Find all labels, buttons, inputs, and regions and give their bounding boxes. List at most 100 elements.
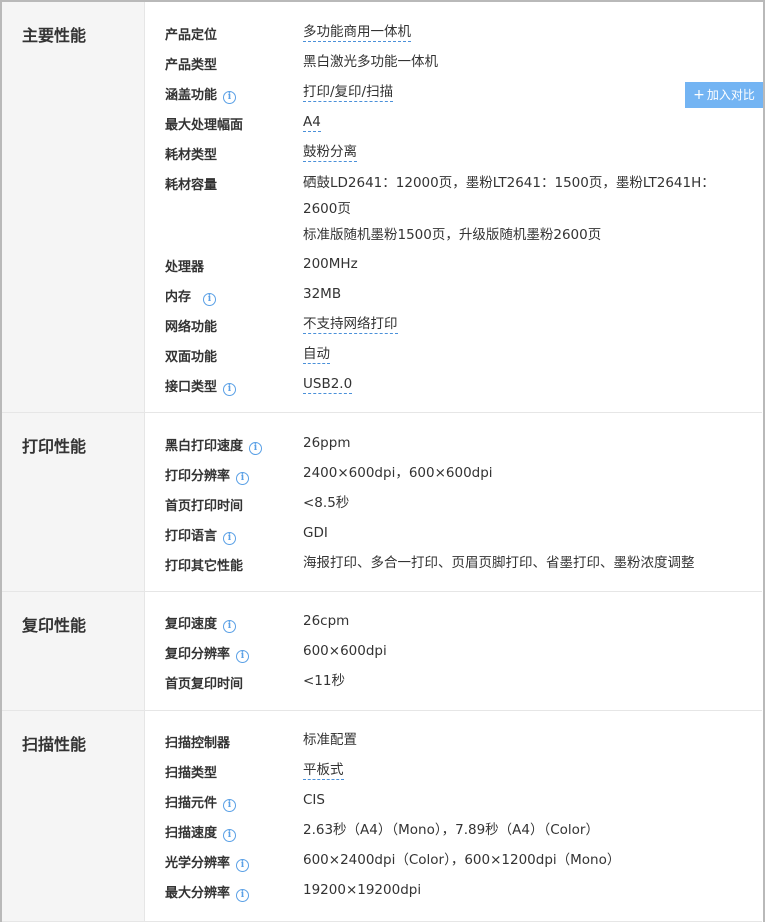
spec-label: 涵盖功能 — [165, 88, 218, 103]
spec-row-consumable-type: 耗材类型 鼓粉分离 — [165, 138, 762, 168]
spec-value: CIS — [303, 792, 325, 808]
spec-label: 扫描元件 — [165, 796, 218, 811]
info-icon[interactable]: i — [236, 650, 250, 663]
spec-row-optical-resolution: 光学分辨率 i 600×2400dpi（Color），600×1200dpi（Mo… — [165, 846, 762, 876]
spec-value-link[interactable]: 打印/复印/扫描 — [303, 84, 394, 102]
info-icon[interactable]: i — [236, 472, 250, 485]
spec-value-link[interactable]: 自动 — [303, 346, 330, 364]
info-icon[interactable]: i — [236, 859, 250, 872]
section-header-cell: 复印性能 — [2, 592, 145, 710]
section-copy-performance: 复印性能 复印速度 i 26cpm 复印分辨率 i 600×600dpi 首页复印时… — [2, 592, 762, 711]
spec-label: 产品类型 — [165, 58, 218, 73]
spec-label: 产品定位 — [165, 28, 218, 43]
info-icon[interactable]: i — [223, 829, 237, 842]
section-main-performance: 主要性能 产品定位 多功能商用一体机 产品类型 黑白激光多功能一体机 涵盖功能 i… — [2, 2, 762, 413]
info-icon[interactable]: i — [223, 620, 237, 633]
spec-value-link[interactable]: A4 — [303, 114, 321, 132]
spec-value-link[interactable]: 平板式 — [303, 762, 344, 780]
spec-label: 打印语言 — [165, 529, 218, 544]
spec-label-wrap: 扫描元件 i — [165, 792, 237, 812]
spec-value-line: 标准版随机墨粉1500页，升级版随机墨粉2600页 — [303, 227, 602, 243]
spec-row-max-resolution: 最大分辨率 i 19200×19200dpi — [165, 876, 762, 906]
spec-label-wrap: 接口类型 i — [165, 376, 237, 396]
spec-label-wrap: 扫描速度 i — [165, 822, 237, 842]
spec-row-scan-type: 扫描类型 平板式 — [165, 756, 762, 786]
spec-row-positioning: 产品定位 多功能商用一体机 — [165, 18, 762, 48]
info-icon[interactable]: i — [223, 91, 237, 104]
info-icon[interactable]: i — [223, 532, 237, 545]
add-to-compare-label: 加入对比 — [706, 88, 755, 102]
spec-value: 黑白激光多功能一体机 — [303, 54, 438, 70]
spec-label: 耗材容量 — [165, 178, 218, 193]
spec-label-wrap: 内存 i — [165, 286, 217, 306]
spec-value: 2400×600dpi，600×600dpi — [303, 465, 493, 481]
spec-label: 扫描类型 — [165, 766, 218, 781]
info-icon[interactable]: i — [223, 383, 237, 396]
spec-label: 内存 — [165, 290, 192, 305]
spec-label: 耗材类型 — [165, 148, 218, 163]
spec-label: 接口类型 — [165, 380, 218, 395]
section-title: 打印性能 — [22, 437, 87, 456]
spec-value: GDI — [303, 525, 328, 541]
add-to-compare-button[interactable]: + 加入对比 — [685, 82, 763, 108]
info-icon[interactable]: i — [236, 889, 250, 902]
spec-label-wrap: 复印分辨率 i — [165, 643, 250, 663]
spec-row-print-language: 打印语言 i GDI — [165, 519, 762, 549]
spec-value-link[interactable]: 鼓粉分离 — [303, 144, 357, 162]
plus-icon: + — [693, 87, 705, 103]
spec-value-link[interactable]: 不支持网络打印 — [303, 316, 398, 334]
spec-row-first-print: 首页打印时间 <8.5秒 — [165, 489, 762, 519]
info-icon[interactable]: i — [223, 799, 237, 812]
spec-label: 首页复印时间 — [165, 677, 244, 692]
section-title: 主要性能 — [22, 26, 87, 45]
spec-row-first-copy: 首页复印时间 <11秒 — [165, 667, 762, 697]
spec-row-memory: 内存 i 32MB — [165, 280, 762, 310]
info-icon[interactable]: i — [203, 293, 217, 306]
spec-label-wrap: 最大分辨率 i — [165, 882, 250, 902]
spec-value: 19200×19200dpi — [303, 882, 422, 898]
spec-label: 最大处理幅面 — [165, 118, 244, 133]
spec-label: 黑白打印速度 — [165, 439, 244, 454]
spec-value: 32MB — [303, 286, 342, 302]
spec-row-consumable-capacity: 耗材容量 硒鼓LD2641：12000页，墨粉LT2641：1500页，墨粉LT… — [165, 168, 762, 250]
spec-value: 600×600dpi — [303, 643, 387, 659]
spec-label: 最大分辨率 — [165, 886, 231, 901]
spec-row-max-size: 最大处理幅面 A4 — [165, 108, 762, 138]
spec-value-link[interactable]: USB2.0 — [303, 376, 353, 394]
spec-row-scan-controller: 扫描控制器 标准配置 — [165, 726, 762, 756]
spec-row-print-other: 打印其它性能 海报打印、多合一打印、页眉页脚打印、省墨打印、墨粉浓度调整 — [165, 549, 762, 579]
section-header-cell: 扫描性能 — [2, 711, 145, 921]
spec-row-scan-speed: 扫描速度 i 2.63秒（A4）（Mono），7.89秒（A4）（Color） — [165, 816, 762, 846]
spec-value: 200MHz — [303, 256, 358, 272]
spec-label: 光学分辨率 — [165, 856, 231, 871]
spec-label: 网络功能 — [165, 320, 218, 335]
spec-value: 26cpm — [303, 613, 350, 629]
spec-label: 打印其它性能 — [165, 559, 244, 574]
spec-value: <11秒 — [303, 673, 345, 689]
section-print-performance: 打印性能 黑白打印速度 i 26ppm 打印分辨率 i 2400×600dpi，60… — [2, 413, 762, 592]
spec-label-wrap: 涵盖功能 i — [165, 84, 237, 104]
spec-label-wrap: 复印速度 i — [165, 613, 237, 633]
section-header-cell: 打印性能 — [2, 413, 145, 591]
spec-label-wrap: 光学分辨率 i — [165, 852, 250, 872]
spec-row-scan-element: 扫描元件 i CIS — [165, 786, 762, 816]
section-title: 复印性能 — [22, 616, 87, 635]
spec-row-print-resolution: 打印分辨率 i 2400×600dpi，600×600dpi — [165, 459, 762, 489]
spec-row-interface: 接口类型 i USB2.0 — [165, 370, 762, 400]
spec-value: <8.5秒 — [303, 495, 350, 511]
spec-value-link[interactable]: 多功能商用一体机 — [303, 24, 411, 42]
spec-label: 双面功能 — [165, 350, 218, 365]
spec-row-functions: 涵盖功能 i 打印/复印/扫描 — [165, 78, 762, 108]
spec-label: 处理器 — [165, 260, 205, 275]
spec-label: 扫描控制器 — [165, 736, 231, 751]
spec-row-copy-speed: 复印速度 i 26cpm — [165, 607, 762, 637]
spec-value: 2.63秒（A4）（Mono），7.89秒（A4）（Color） — [303, 822, 599, 838]
section-title: 扫描性能 — [22, 735, 87, 754]
spec-label: 首页打印时间 — [165, 499, 244, 514]
spec-value: 26ppm — [303, 435, 351, 451]
section-header-cell: 主要性能 — [2, 2, 145, 412]
info-icon[interactable]: i — [249, 442, 263, 455]
spec-label-wrap: 打印分辨率 i — [165, 465, 250, 485]
spec-label: 扫描速度 — [165, 826, 218, 841]
spec-value: 600×2400dpi（Color），600×1200dpi（Mono） — [303, 852, 621, 868]
